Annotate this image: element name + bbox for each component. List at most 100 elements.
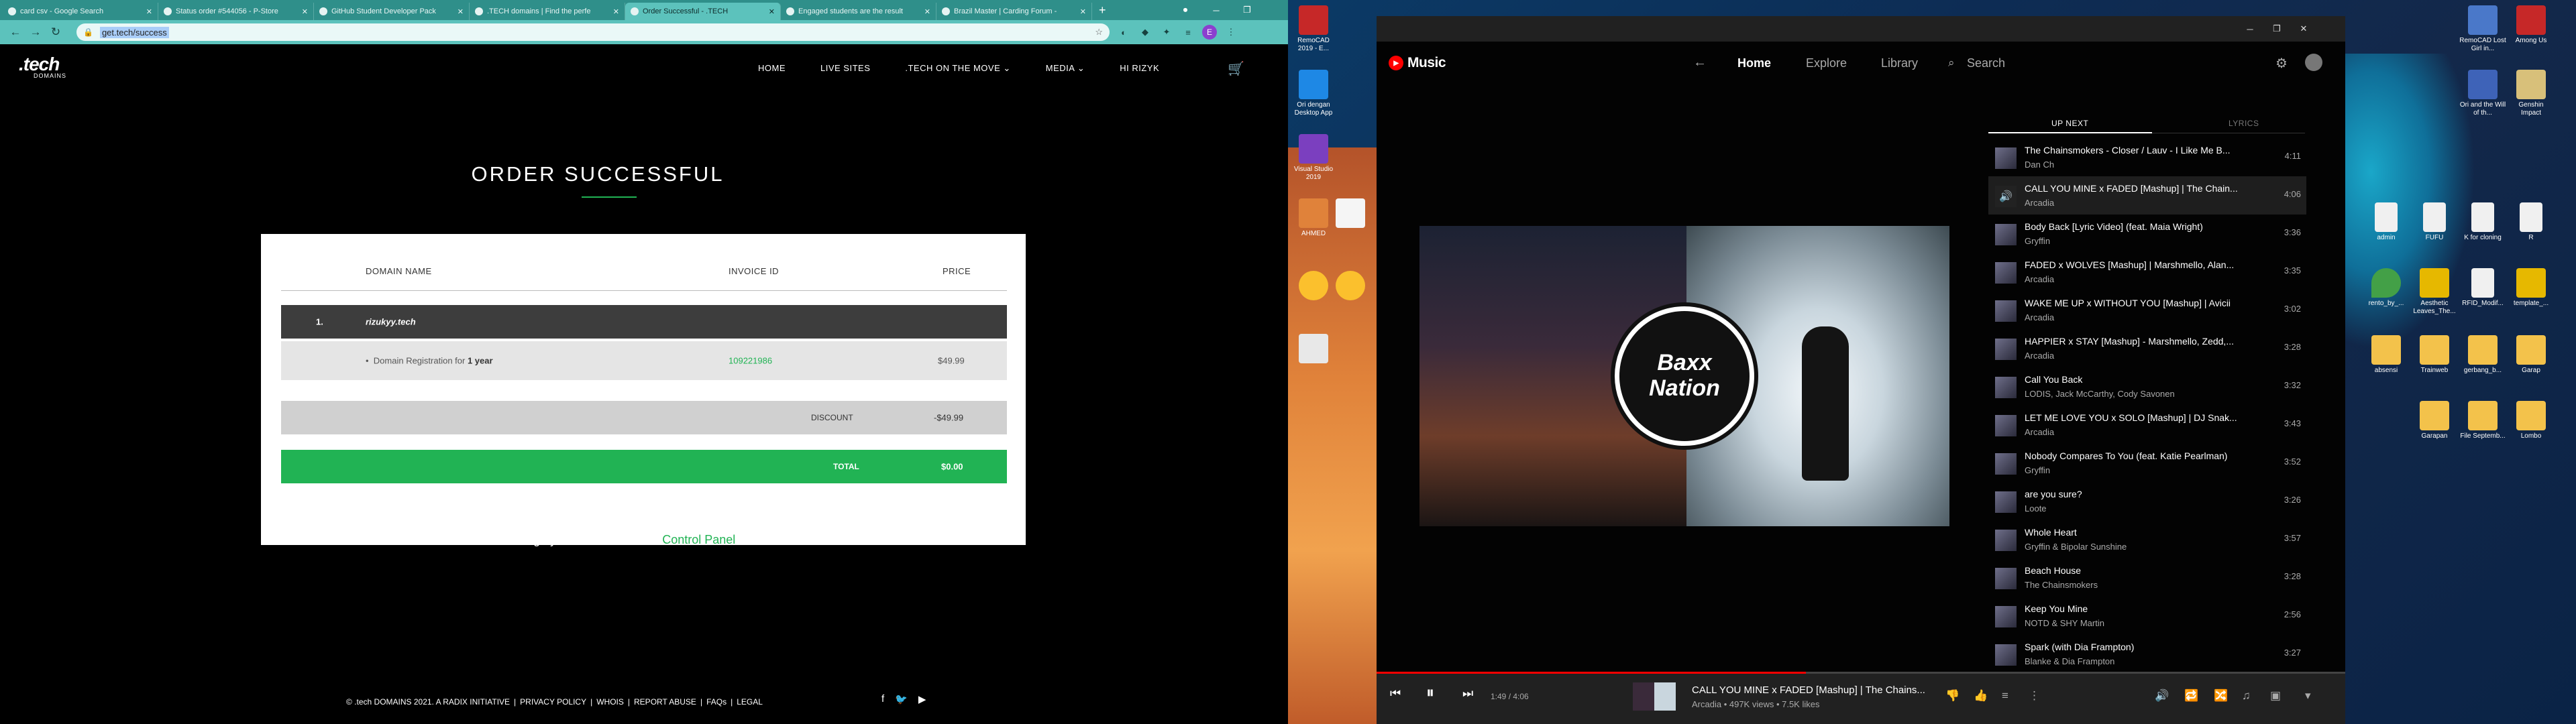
album-art[interactable]: Baxx Nation <box>1419 226 1949 526</box>
maximize-button[interactable]: ❐ <box>1232 0 1263 20</box>
close-tab-icon[interactable]: ✕ <box>302 7 308 16</box>
now-playing-thumbnail[interactable] <box>1633 682 1676 711</box>
maximize-button[interactable]: ❐ <box>2263 16 2290 42</box>
queue-item[interactable]: Call You Back LODIS, Jack McCarthy, Cody … <box>1988 367 2306 406</box>
minimize-button[interactable]: ─ <box>1201 0 1232 20</box>
extension-icon[interactable]: ◆ <box>1138 25 1152 40</box>
desktop-icon[interactable]: template_... <box>2508 268 2555 308</box>
desktop-icon[interactable]: Genshin Impact <box>2508 70 2555 117</box>
desktop-icon[interactable]: RemoCAD 2019 - E... <box>1290 5 1337 53</box>
add-to-queue-icon[interactable]: ≡ <box>2002 689 2008 703</box>
desktop-icon[interactable]: Garap <box>2508 335 2555 375</box>
desktop-icon[interactable]: Aesthetic Leaves_The... <box>2411 268 2458 316</box>
twitter-icon[interactable]: 🐦 <box>895 693 908 705</box>
desktop-icon[interactable]: File Septemb... <box>2459 401 2506 440</box>
extensions-puzzle-icon[interactable]: ✦ <box>1159 25 1174 40</box>
pause-button[interactable]: ⏸ <box>1426 684 1434 703</box>
tech-logo[interactable]: .tech DOMAINS <box>19 54 66 79</box>
back-arrow-icon[interactable]: ← <box>1693 55 1707 70</box>
desktop-icon[interactable]: Garapan <box>2411 401 2458 440</box>
desktop-icon[interactable]: absensi <box>2363 335 2410 375</box>
footer-privacy-link[interactable]: PRIVACY POLICY <box>520 697 586 707</box>
browser-tab[interactable]: Brazil Master | Carding Forum - ✕ <box>936 3 1092 20</box>
miniplayer-icon[interactable]: ▣ <box>2270 689 2281 703</box>
extension-icon[interactable]: ≡ <box>1181 25 1195 40</box>
desktop-icon[interactable]: R <box>2508 202 2555 242</box>
desktop-icon[interactable]: gerbang_b... <box>2459 335 2506 375</box>
nav-user[interactable]: HI RIZYK <box>1120 63 1159 74</box>
control-panel-link[interactable]: Control Panel <box>662 533 735 546</box>
nav-live-sites[interactable]: LIVE SITES <box>820 63 870 74</box>
queue-item[interactable]: HAPPIER x STAY [Mashup] - Marshmello, Ze… <box>1988 329 2306 367</box>
nav-home[interactable]: Home <box>1737 56 1771 70</box>
shuffle-icon[interactable]: 🔀 <box>2214 689 2228 703</box>
lock-icon[interactable]: 🔒 <box>83 27 93 37</box>
nav-tech-on-the-move[interactable]: .TECH ON THE MOVE ⌄ <box>905 63 1010 74</box>
desktop-icon[interactable] <box>1290 334 1337 365</box>
volume-icon[interactable]: 🔊 <box>2155 689 2169 703</box>
desktop-icon[interactable] <box>1327 271 1374 302</box>
desktop-icon[interactable]: RFID_Modif... <box>2459 268 2506 308</box>
address-bar[interactable]: 🔒 get.tech/success ☆ <box>76 23 1110 41</box>
footer-faqs-link[interactable]: FAQs <box>706 697 727 707</box>
queue-item[interactable]: Beach House The Chainsmokers 3:28 <box>1988 558 2306 597</box>
expand-player-icon[interactable]: ▾ <box>2305 689 2311 703</box>
queue-item[interactable]: Whole Heart Gryffin & Bipolar Sunshine 3:5… <box>1988 520 2306 558</box>
profile-avatar[interactable]: E <box>1202 25 1217 40</box>
ytmusic-logo[interactable]: ▶ Music <box>1389 55 1446 71</box>
desktop-icon[interactable]: Trainweb <box>2411 335 2458 375</box>
queue-item[interactable]: Body Back [Lyric Video] (feat. Maia Wrig… <box>1988 215 2306 253</box>
desktop-icon[interactable]: Ori dengan Desktop App <box>1290 70 1337 117</box>
desktop-icon[interactable]: Among Us <box>2508 5 2555 45</box>
desktop-icon[interactable]: Lombo <box>2508 401 2555 440</box>
browser-tab[interactable]: GitHub Student Developer Pack ✕ <box>314 3 470 20</box>
audio-only-icon[interactable]: ♫ <box>2242 689 2251 703</box>
close-tab-icon[interactable]: ✕ <box>458 7 464 16</box>
minimize-button[interactable]: ─ <box>2237 16 2263 42</box>
desktop-icon[interactable]: admin <box>2363 202 2410 242</box>
nav-library[interactable]: Library <box>1881 56 1918 70</box>
close-tab-icon[interactable]: ✕ <box>1080 7 1086 16</box>
desktop-icon[interactable]: RemoCAD Lost Girl in... <box>2459 5 2506 53</box>
like-icon[interactable]: 👍 <box>1974 689 1988 703</box>
desktop-icon[interactable]: Visual Studio 2019 <box>1290 134 1337 182</box>
desktop-icon[interactable] <box>1327 198 1374 230</box>
browser-tab[interactable]: card csv - Google Search ✕ <box>3 3 158 20</box>
browser-tab-active[interactable]: Order Successful - .TECH ✕ <box>625 3 781 20</box>
desktop-icon[interactable]: FUFU <box>2411 202 2458 242</box>
queue-item[interactable]: Nobody Compares To You (feat. Katie Pear… <box>1988 444 2306 482</box>
tab-up-next[interactable]: UP NEXT <box>2051 119 2088 128</box>
now-playing-meta[interactable]: Arcadia • 497K views • 7.5K likes <box>1692 699 1819 709</box>
url-text[interactable]: get.tech/success <box>99 26 169 38</box>
close-tab-icon[interactable]: ✕ <box>613 7 619 16</box>
close-window-button[interactable]: ✕ <box>2290 16 2317 42</box>
queue-item[interactable]: Keep You Mine NOTD & SHY Martin 2:56 <box>1988 597 2306 635</box>
extension-icon[interactable]: ◐ <box>1116 25 1131 40</box>
facebook-icon[interactable]: f <box>881 693 884 705</box>
youtube-icon[interactable]: ▶ <box>918 693 926 705</box>
menu-kebab-icon[interactable]: ⋮ <box>1224 25 1238 40</box>
footer-whois-link[interactable]: WHOIS <box>596 697 624 707</box>
now-playing-title[interactable]: CALL YOU MINE x FADED [Mashup] | The Cha… <box>1692 684 1933 696</box>
progress-bar[interactable] <box>1377 672 2345 674</box>
footer-report-link[interactable]: REPORT ABUSE <box>634 697 696 707</box>
desktop-icon[interactable]: rento_by_... <box>2363 268 2410 308</box>
dislike-icon[interactable]: 👎 <box>1945 689 1960 703</box>
cart-icon[interactable]: 🛒 <box>1228 60 1244 77</box>
queue-item[interactable]: are you sure? Loote 3:26 <box>1988 482 2306 520</box>
close-tab-icon[interactable]: ✕ <box>924 7 930 16</box>
queue-item[interactable]: WAKE ME UP x WITHOUT YOU [Mashup] | Avic… <box>1988 291 2306 329</box>
gear-icon[interactable]: ⚙ <box>2275 55 2288 72</box>
browser-tab[interactable]: .TECH domains | Find the perfe ✕ <box>470 3 625 20</box>
repeat-icon[interactable]: 🔁 <box>2184 689 2198 703</box>
more-options-icon[interactable]: ⋮ <box>2029 689 2040 703</box>
record-icon[interactable]: ⏺ <box>1170 0 1201 20</box>
desktop-icon[interactable]: Ori and the Will of th... <box>2459 70 2506 117</box>
footer-legal-link[interactable]: LEGAL <box>737 697 763 707</box>
nav-explore[interactable]: Explore <box>1806 56 1847 70</box>
close-tab-icon[interactable]: ✕ <box>146 7 152 16</box>
back-button[interactable]: ← <box>7 23 24 41</box>
forward-button[interactable]: → <box>27 23 44 41</box>
queue-item[interactable]: The Chainsmokers - Closer / Lauv - I Lik… <box>1988 138 2306 176</box>
reload-button[interactable]: ↻ <box>47 23 64 41</box>
